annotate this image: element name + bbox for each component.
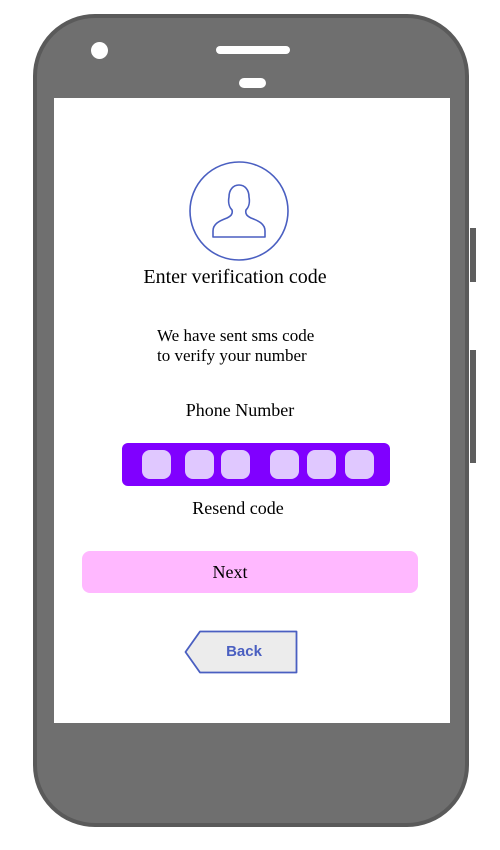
sms-message: We have sent sms code to verify your num… — [157, 326, 314, 366]
code-digit-2[interactable] — [185, 450, 214, 479]
back-button-label: Back — [226, 643, 262, 660]
next-button[interactable]: Next — [82, 551, 418, 593]
proximity-sensor — [239, 78, 266, 88]
code-digit-4[interactable] — [270, 450, 299, 479]
sms-message-line-1: We have sent sms code — [157, 326, 315, 345]
code-digit-6[interactable] — [345, 450, 374, 479]
code-digit-3[interactable] — [221, 450, 250, 479]
sms-message-line-2: to verify your number — [157, 346, 307, 365]
resend-code-link[interactable]: Resend code — [0, 498, 476, 519]
speaker-grille — [216, 46, 290, 54]
code-digit-1[interactable] — [142, 450, 171, 479]
next-button-label: Next — [212, 562, 248, 582]
page-title: Enter verification code — [143, 266, 327, 288]
user-silhouette-icon — [189, 161, 289, 261]
front-camera — [91, 42, 108, 59]
phone-number-label: Phone Number — [185, 400, 295, 420]
code-digit-5[interactable] — [307, 450, 336, 479]
volume-button — [470, 228, 476, 282]
back-button[interactable]: Back — [184, 630, 298, 674]
